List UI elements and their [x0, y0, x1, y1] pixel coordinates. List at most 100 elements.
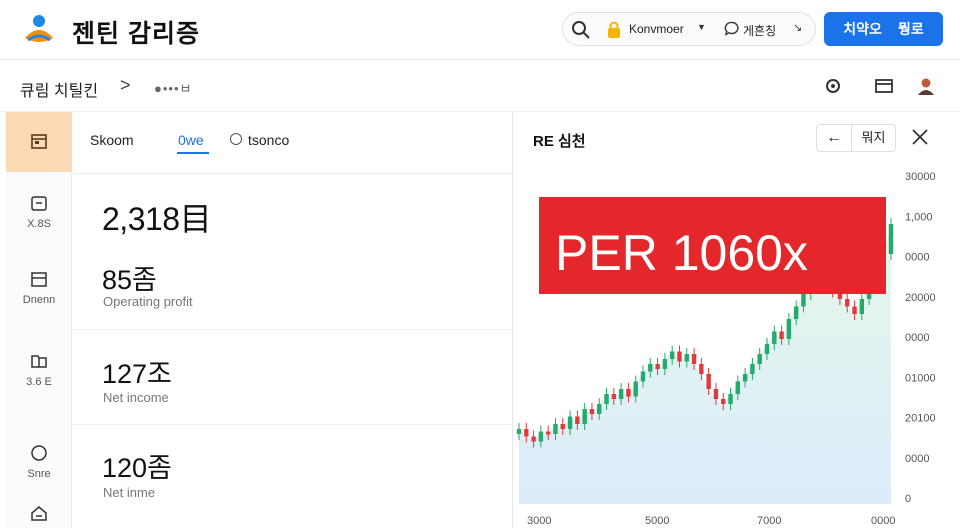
candle: [699, 364, 704, 374]
operating-profit-label: Operating profit: [103, 294, 193, 309]
y-tick-label: 20000: [905, 292, 936, 304]
tab-owe[interactable]: 0we: [178, 132, 204, 148]
candle: [589, 409, 595, 414]
tab-skoom[interactable]: Skoom: [90, 132, 134, 148]
candle: [852, 306, 857, 314]
back-button[interactable]: ←: [816, 124, 852, 152]
home-icon: [31, 506, 47, 521]
candle: [582, 409, 587, 424]
candle: [575, 416, 580, 424]
candle: [786, 319, 792, 339]
candle: [793, 306, 799, 319]
chart-title: RE 심천: [533, 133, 586, 150]
calendar-icon: [31, 134, 47, 149]
x-tick-label: 0000: [871, 515, 895, 527]
expand-icon[interactable]: ↘: [793, 21, 802, 34]
close-icon[interactable]: [909, 126, 931, 148]
rail-item-folder[interactable]: X.8S: [6, 194, 72, 230]
rail-label: Dnenn: [22, 294, 56, 306]
language-selector[interactable]: 게흔칭: [743, 22, 776, 39]
x-tick-label: 3000: [527, 515, 551, 527]
net-income-2-label: Net inme: [103, 485, 156, 500]
candle: [648, 364, 653, 372]
divider: [72, 424, 513, 425]
candle: [757, 354, 762, 364]
chevron-down-icon[interactable]: ▼: [697, 22, 706, 32]
breadcrumb-path[interactable]: 큐림 치틸킨: [20, 77, 98, 101]
y-tick-label: 0000: [905, 252, 929, 264]
candle: [538, 431, 544, 442]
candle: [567, 416, 573, 429]
candle: [604, 394, 609, 404]
breadcrumb-separator: >: [120, 75, 131, 95]
account-name[interactable]: Konvmoer: [629, 22, 684, 36]
rail-label: 3.6 E: [26, 376, 52, 388]
reset-button[interactable]: 뭐지: [852, 124, 896, 152]
globe-icon: [31, 445, 47, 461]
lock-icon: [608, 22, 620, 38]
candle: [677, 351, 682, 362]
login-label: 치약오: [843, 21, 882, 37]
bookmark-icon: [31, 355, 47, 368]
rail-item-calendar[interactable]: [6, 132, 72, 150]
candle: [611, 394, 617, 399]
candle: [742, 374, 748, 382]
candle: [531, 436, 536, 442]
revenue-value: 2,318目: [102, 201, 212, 237]
user-avatar-icon[interactable]: [916, 76, 936, 96]
app-logo-icon[interactable]: [22, 12, 56, 46]
candle: [728, 394, 733, 404]
candle: [640, 371, 646, 382]
y-tick-label: 0: [905, 493, 911, 505]
login-button[interactable]: 치약오 뭥로: [824, 12, 943, 46]
net-income-value: 127조: [102, 359, 172, 389]
settings-icon[interactable]: [823, 76, 843, 96]
box-icon: [31, 272, 47, 287]
price-chart[interactable]: PER 1060x300001,000000020000000001000201…: [513, 112, 960, 528]
candle: [713, 389, 719, 399]
candle: [626, 389, 631, 397]
radio-icon[interactable]: [230, 133, 242, 145]
x-tick-label: 5000: [645, 515, 669, 527]
rail-item-globe[interactable]: Snre: [6, 444, 72, 480]
candle: [750, 364, 755, 374]
folder-icon: [31, 196, 47, 211]
y-tick-label: 1,000: [905, 211, 933, 223]
account-search-bar[interactable]: Konvmoer ▼ 게흔칭 ↘: [562, 12, 816, 46]
candle: [859, 299, 865, 314]
y-tick-label: 0000: [905, 332, 929, 344]
rail-item-home[interactable]: [6, 504, 72, 522]
candle: [735, 381, 741, 394]
window-icon[interactable]: [874, 76, 894, 96]
per-banner-text: PER 1060x: [555, 225, 808, 281]
signup-label: 뭥로: [897, 21, 924, 37]
rail-label: X.8S: [27, 218, 51, 230]
candle: [662, 359, 668, 369]
candle: [516, 429, 522, 434]
rail-item-bookmark[interactable]: 3.6 E: [6, 352, 72, 388]
candle: [684, 354, 689, 362]
y-tick-label: 20100: [905, 413, 936, 425]
candle: [545, 431, 551, 435]
candle: [721, 399, 726, 404]
x-tick-label: 7000: [757, 515, 781, 527]
candle: [633, 381, 638, 397]
candle: [772, 331, 777, 344]
rail-item-box[interactable]: Dnenn: [6, 270, 72, 306]
candle: [691, 354, 697, 364]
candle: [888, 224, 894, 254]
net-income-2-value: 120좀: [102, 453, 172, 483]
tab-tsonco[interactable]: tsonco: [248, 132, 289, 148]
metrics-panel: Skoom 0we tsonco 2,318目 85좀 Operating pr…: [72, 112, 513, 528]
candle: [706, 374, 711, 389]
candle: [560, 424, 565, 429]
net-income-label: Net income: [103, 390, 169, 405]
search-icon[interactable]: [571, 20, 591, 40]
candle: [845, 299, 850, 307]
candle: [779, 331, 784, 339]
candle: [524, 429, 529, 437]
left-rail: X.8S Dnenn 3.6 E Snre: [6, 112, 72, 528]
breadcrumb-sub[interactable]: ●•••ㅂ: [154, 78, 192, 97]
divider: [72, 329, 513, 330]
top-bar: 젠틴 감리증 Konvmoer ▼ 게흔칭 ↘ 치약오 뭥로: [0, 0, 960, 60]
